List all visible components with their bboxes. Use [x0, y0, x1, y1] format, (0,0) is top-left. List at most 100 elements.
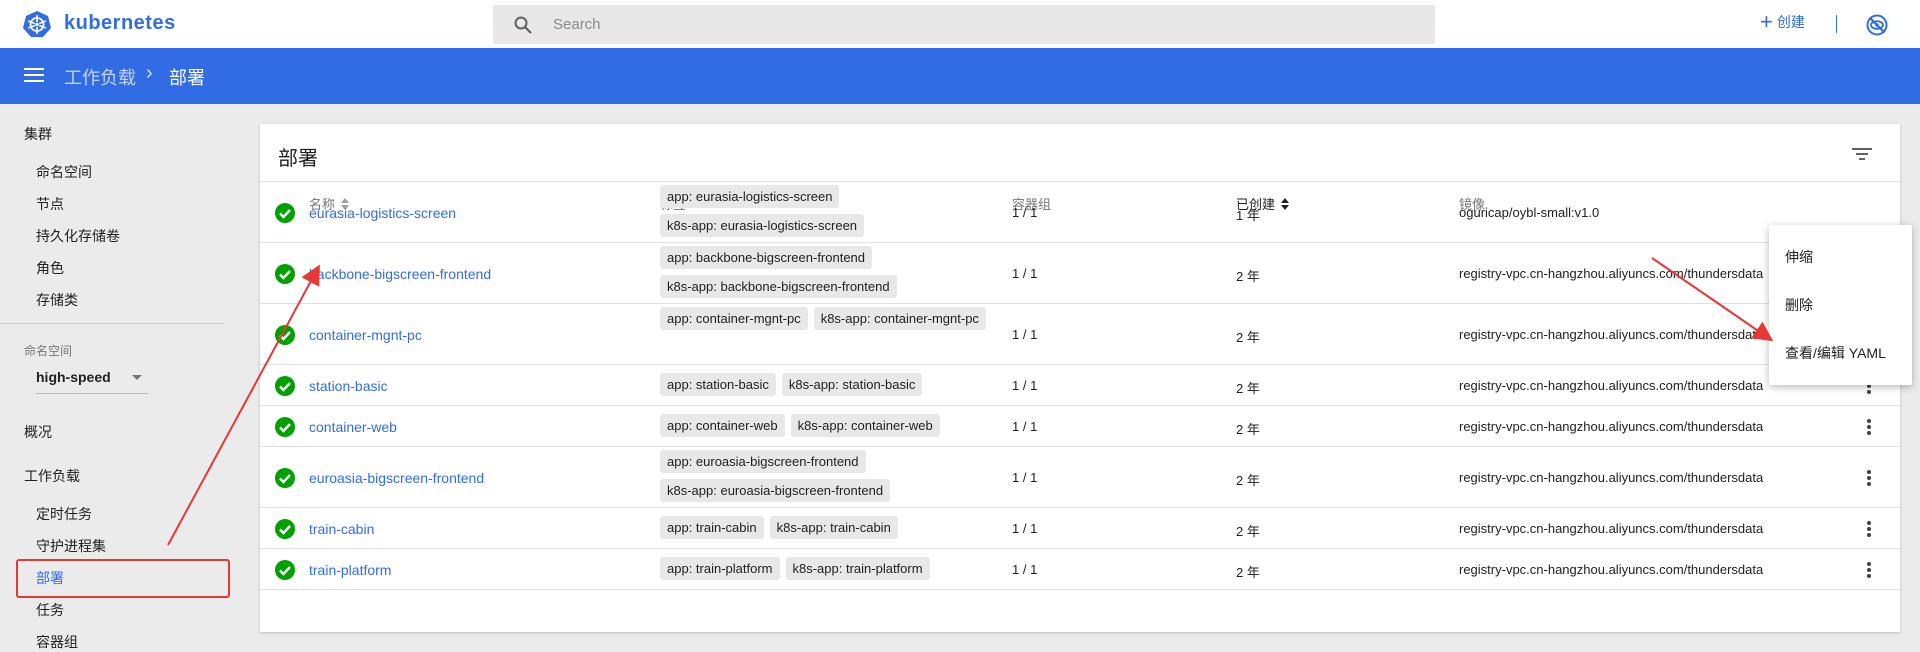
deployment-name-link[interactable]: train-cabin — [309, 521, 374, 537]
search-input[interactable]: Search — [553, 16, 601, 33]
check-circle-icon — [275, 467, 295, 488]
sidebar-heading-workloads[interactable]: 工作负载 — [24, 466, 80, 486]
label-chip: app: euroasia-bigscreen-frontend — [660, 450, 866, 473]
check-circle-icon — [275, 559, 295, 580]
label-chip: app: backbone-bigscreen-frontend — [660, 246, 873, 269]
pods-count: 1 / 1 — [1012, 520, 1038, 536]
more-vert-icon[interactable] — [1866, 561, 1872, 579]
more-vert-icon[interactable] — [1866, 520, 1872, 538]
label-chips: app: container-web k8s-app: container-web — [660, 413, 1000, 437]
created-age: 2 年 — [1236, 329, 1260, 345]
label-chip: k8s-app: container-web — [790, 413, 940, 437]
more-vert-icon[interactable] — [1866, 418, 1872, 436]
more-vert-icon[interactable] — [1866, 469, 1872, 487]
deployments-card: 部署 名称 标签 容器组 已创建 镜像 eurasia-logistics-sc… — [260, 124, 1900, 632]
created-age: 2 年 — [1236, 564, 1260, 580]
container-image: registry-vpc.cn-hangzhou.aliyuncs.com/th… — [1459, 418, 1764, 434]
brand-name[interactable]: kubernetes — [64, 12, 176, 35]
sidebar-item-persistent-volumes[interactable]: 持久化存储卷 — [36, 226, 120, 246]
menu-item-view-edit-yaml[interactable]: 查看/编辑 YAML — [1785, 343, 1886, 363]
search-bar[interactable]: Search — [493, 5, 1435, 44]
create-label: 创建 — [1776, 14, 1805, 30]
table-row: train-cabin app: train-cabin k8s-app: trai… — [260, 508, 1900, 549]
filter-icon[interactable] — [1852, 146, 1872, 162]
sidebar-item-storage-classes[interactable]: 存储类 — [36, 290, 78, 310]
deployment-name-link[interactable]: euroasia-bigscreen-frontend — [309, 470, 484, 486]
label-chips: app: train-platform k8s-app: train-platfo… — [660, 556, 1000, 580]
label-chip: k8s-app: train-cabin — [769, 515, 898, 539]
deployment-name-link[interactable]: container-web — [309, 419, 397, 435]
deployment-name-link[interactable]: backbone-bigscreen-frontend — [309, 266, 491, 282]
container-image: registry-vpc.cn-hangzhou.aliyuncs.com/th… — [1459, 377, 1764, 393]
created-age: 2 年 — [1236, 268, 1260, 284]
created-age: 2 年 — [1236, 380, 1260, 396]
menu-item-delete[interactable]: 删除 — [1785, 295, 1813, 315]
container-image: registry-vpc.cn-hangzhou.aliyuncs.com/th… — [1459, 520, 1764, 536]
deployment-name-link[interactable]: container-mgnt-pc — [309, 327, 422, 343]
sidebar-item-jobs[interactable]: 任务 — [36, 600, 64, 620]
pods-count: 1 / 1 — [1012, 377, 1038, 393]
row-action-menu: 伸缩 删除 查看/编辑 YAML — [1769, 225, 1912, 385]
table-row: backbone-bigscreen-frontend app: backbone… — [260, 243, 1900, 304]
table-row: train-platform app: train-platform k8s-app… — [260, 549, 1900, 590]
created-age: 1 年 — [1236, 207, 1260, 223]
eye-off-icon[interactable] — [1865, 13, 1889, 37]
label-chip: app: eurasia-logistics-screen — [660, 185, 840, 208]
check-circle-icon — [275, 202, 295, 223]
sidebar-item-daemonsets[interactable]: 守护进程集 — [36, 536, 106, 556]
create-button[interactable]: + 创建 — [1760, 9, 1805, 34]
toolbar-divider — [1836, 15, 1837, 33]
pods-count: 1 / 1 — [1012, 326, 1038, 342]
label-chips: app: train-cabin k8s-app: train-cabin — [660, 515, 1000, 539]
label-chip: app: train-cabin — [660, 515, 764, 539]
sidebar-item-namespaces[interactable]: 命名空间 — [36, 162, 92, 182]
container-image: registry-vpc.cn-hangzhou.aliyuncs.com/th… — [1459, 561, 1764, 577]
namespace-select[interactable]: high-speed — [36, 369, 144, 385]
sidebar-item-pods[interactable]: 容器组 — [36, 632, 78, 652]
sidebar-item-nodes[interactable]: 节点 — [36, 194, 64, 214]
menu-item-scale[interactable]: 伸缩 — [1785, 247, 1813, 267]
menu-icon[interactable] — [24, 66, 46, 84]
check-circle-icon — [275, 263, 295, 284]
label-chip: k8s-app: container-mgnt-pc — [813, 307, 986, 330]
pods-count: 1 / 1 — [1012, 204, 1038, 220]
deployment-name-link[interactable]: train-platform — [309, 562, 391, 578]
table-row: eurasia-logistics-screen app: eurasia-log… — [260, 182, 1900, 243]
caret-down-icon[interactable] — [132, 375, 142, 380]
sidebar-item-overview[interactable]: 概况 — [24, 422, 52, 442]
label-chips: app: station-basic k8s-app: station-basic — [660, 372, 1000, 396]
deployment-name-link[interactable]: eurasia-logistics-screen — [309, 205, 456, 221]
label-chip: k8s-app: eurasia-logistics-screen — [660, 214, 865, 237]
pods-count: 1 / 1 — [1012, 469, 1038, 485]
label-chip: k8s-app: station-basic — [781, 372, 923, 396]
annotation-highlight-box — [16, 559, 230, 598]
label-chip: app: train-platform — [660, 556, 780, 580]
created-age: 2 年 — [1236, 421, 1260, 437]
check-circle-icon — [275, 324, 295, 345]
breadcrumb-parent[interactable]: 工作负载 — [64, 64, 136, 90]
plus-icon: + — [1760, 9, 1773, 34]
pods-count: 1 / 1 — [1012, 561, 1038, 577]
table-row: container-mgnt-pc app: container-mgnt-pc k… — [260, 304, 1900, 365]
kubernetes-logo-icon[interactable] — [22, 10, 52, 38]
sidebar-divider — [0, 323, 224, 324]
namespace-label: 命名空间 — [24, 344, 73, 358]
sidebar-item-roles[interactable]: 角色 — [36, 258, 64, 278]
label-chip: k8s-app: backbone-bigscreen-frontend — [660, 275, 897, 298]
sidebar-heading-cluster[interactable]: 集群 — [24, 124, 52, 144]
label-chip: app: container-web — [660, 413, 785, 437]
breadcrumb-chevron-icon: › — [146, 62, 153, 84]
pods-count: 1 / 1 — [1012, 418, 1038, 434]
label-chips: app: eurasia-logistics-screen k8s-app: eu… — [660, 185, 1000, 237]
breadcrumb-current: 部署 — [169, 68, 205, 88]
label-chips: app: container-mgnt-pc k8s-app: container… — [660, 307, 1000, 330]
table-row: container-web app: container-web k8s-app: … — [260, 406, 1900, 447]
breadcrumb-bar: 工作负载 › 部署 — [0, 48, 1920, 104]
deployment-name-link[interactable]: station-basic — [309, 378, 388, 394]
search-icon — [514, 16, 532, 34]
pods-count: 1 / 1 — [1012, 265, 1038, 281]
label-chips: app: euroasia-bigscreen-frontend k8s-app:… — [660, 450, 1000, 502]
created-age: 2 年 — [1236, 523, 1260, 539]
sidebar-item-cronjobs[interactable]: 定时任务 — [36, 504, 92, 524]
card-title: 部署 — [278, 148, 318, 170]
